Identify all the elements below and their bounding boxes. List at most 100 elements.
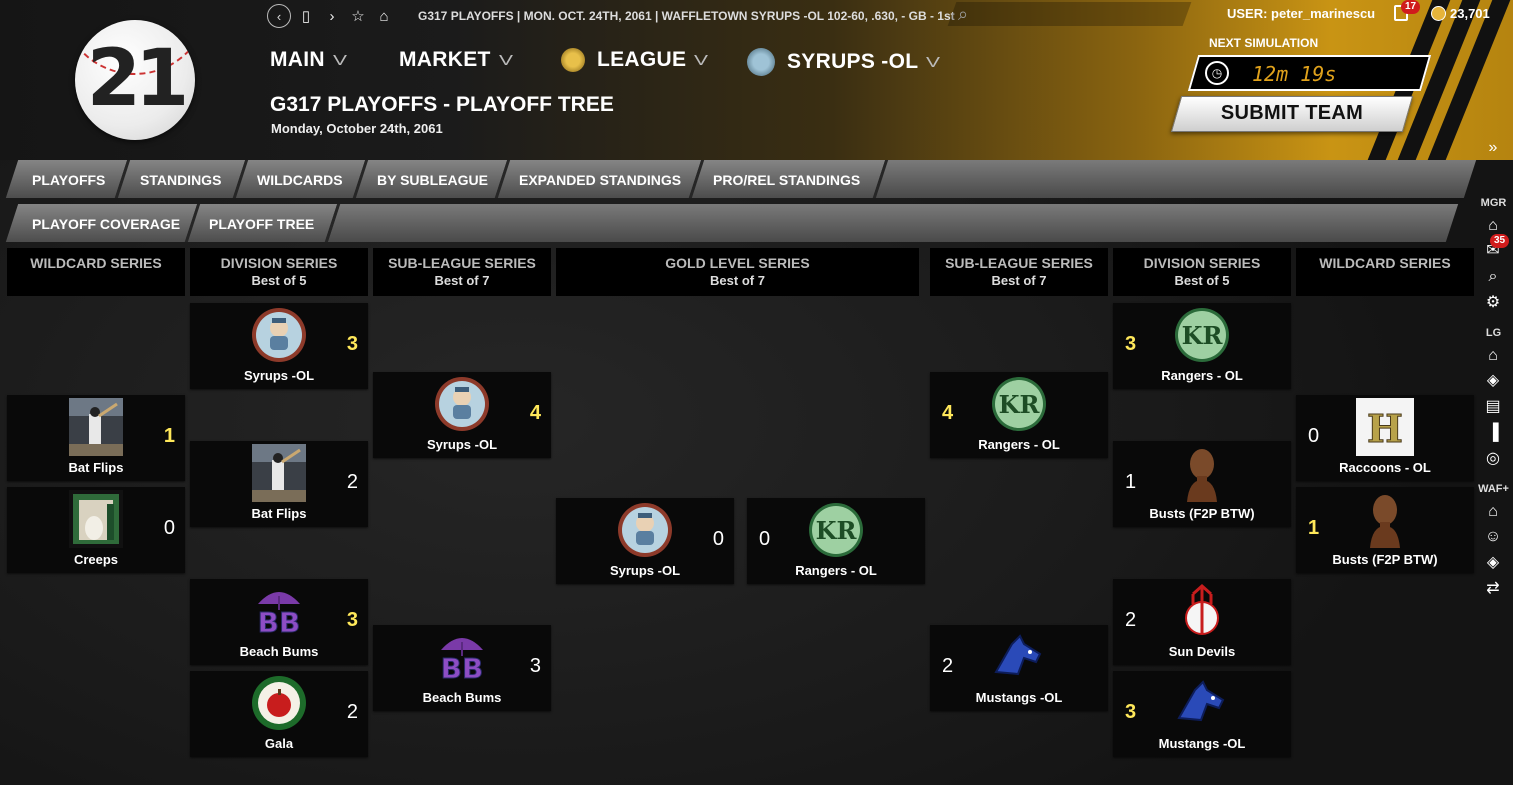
user-label[interactable]: USER: peter_marinescu <box>1227 6 1375 21</box>
tab-label: STANDINGS <box>140 172 222 188</box>
series-score: 4 <box>529 402 541 424</box>
team-name: Bat Flips <box>251 506 307 521</box>
logo-number: 21 <box>86 34 190 124</box>
gear-icon[interactable]: ⚙ <box>1483 293 1503 313</box>
menu-team[interactable]: SYRUPS -OL V <box>747 48 940 76</box>
series-score: 1 <box>1125 471 1137 493</box>
back-icon[interactable]: ‹ <box>267 4 291 28</box>
stats-chart-icon[interactable]: ▐ <box>1483 423 1503 443</box>
column-subtitle: Best of 7 <box>710 273 765 288</box>
team-logo-creeps <box>67 490 125 548</box>
menu-team-label: SYRUPS -OL <box>787 50 919 73</box>
tab-label: WILDCARDS <box>257 172 343 188</box>
star-icon[interactable]: ☆ <box>347 5 369 27</box>
column-header: WILDCARD SERIES <box>1296 248 1474 296</box>
team-name: Syrups -OL <box>426 437 498 452</box>
team-name: Raccoons - OL <box>1339 460 1431 475</box>
tab-label: BY SUBLEAGUE <box>377 172 488 188</box>
series-score: 1 <box>163 425 175 447</box>
column-subtitle: Best of 7 <box>434 273 490 288</box>
team-name: Gala <box>264 736 294 751</box>
transactions-icon[interactable]: ⇄ <box>1483 579 1503 599</box>
team-name: Beach Bums <box>422 690 502 705</box>
team-name: Rangers - OL <box>1161 368 1243 383</box>
svg-text:BB: BB <box>258 606 301 639</box>
search-icon[interactable]: ⌕ <box>1483 267 1503 287</box>
svg-text:KR: KR <box>1182 321 1224 350</box>
team-card[interactable]: BB Beach Bums 3 <box>373 625 551 711</box>
team-card[interactable]: KR Rangers - OL 0 <box>747 498 925 584</box>
menu-main[interactable]: MAIN V <box>270 48 347 72</box>
column-title: WILDCARD SERIES <box>1319 255 1451 271</box>
bookmark-page-icon[interactable]: ▯ <box>295 5 317 27</box>
team-card[interactable]: Bat Flips 1 <box>7 395 185 481</box>
series-score: 2 <box>346 471 358 493</box>
team-name: Creeps <box>73 552 119 567</box>
search-input[interactable] <box>947 2 1192 26</box>
home-icon[interactable]: ⌂ <box>1483 216 1503 236</box>
field-icon[interactable]: ◈ <box>1483 553 1503 573</box>
column-title: GOLD LEVEL SERIES <box>665 255 810 271</box>
team-card[interactable]: H Raccoons - OL 0 <box>1296 395 1474 481</box>
baseball-icon[interactable]: ◎ <box>1483 449 1503 469</box>
team-name: Rangers - OL <box>978 437 1060 452</box>
stopwatch-icon: ◷ <box>1205 61 1229 85</box>
team-card[interactable]: Mustangs -OL 3 <box>1113 671 1291 757</box>
history-nav: ‹ ▯ › ☆ ⌂ <box>267 4 399 28</box>
simulation-countdown: 12m 19s <box>1252 62 1337 86</box>
team-card[interactable]: Syrups -OL 3 <box>190 303 368 389</box>
search-icon[interactable]: ⌕ <box>958 4 968 25</box>
team-card[interactable]: Mustangs -OL 2 <box>930 625 1108 711</box>
diamond-icon[interactable]: ◈ <box>1483 371 1503 391</box>
chevron-down-icon: V <box>498 51 513 69</box>
subtab-label: PLAYOFF TREE <box>209 216 315 232</box>
news-icon[interactable]: ▤ <box>1483 397 1503 417</box>
team-logo-rangers: KR <box>807 501 865 559</box>
league-logo-icon <box>561 48 585 72</box>
team-card[interactable]: Creeps 0 <box>7 487 185 573</box>
team-logo-busts <box>1356 490 1414 548</box>
menu-market-label: MARKET <box>399 48 491 71</box>
league-home-icon[interactable]: ⌂ <box>1483 346 1503 366</box>
menu-market[interactable]: MARKET V <box>399 48 513 72</box>
svg-text:BB: BB <box>441 652 484 685</box>
team-name: Sun Devils <box>1168 644 1236 659</box>
team-card[interactable]: KR Rangers - OL 3 <box>1113 303 1291 389</box>
team-card[interactable]: Sun Devils 2 <box>1113 579 1291 665</box>
team-card[interactable]: KR Rangers - OL 4 <box>930 372 1108 458</box>
column-header: SUB-LEAGUE SERIES Best of 7 <box>930 248 1108 296</box>
team-logo-rangers: KR <box>990 375 1048 433</box>
rail-label-waf: WAF+ <box>1478 483 1509 495</box>
collapse-sidebar-icon[interactable]: » <box>1483 138 1503 158</box>
menu-league-label: LEAGUE <box>597 48 687 71</box>
team-card[interactable]: Gala 2 <box>190 671 368 757</box>
team-card[interactable]: Bat Flips 2 <box>190 441 368 527</box>
menu-league[interactable]: LEAGUE V <box>561 48 708 72</box>
team-card[interactable]: Busts (F2P BTW) 1 <box>1113 441 1291 527</box>
team-card[interactable]: Busts (F2P BTW) 1 <box>1296 487 1474 573</box>
team-home-icon[interactable]: ⌂ <box>1483 502 1503 522</box>
subtabbar-fill <box>327 204 1459 242</box>
team-logo-sundevils <box>1173 582 1231 640</box>
column-header: GOLD LEVEL SERIES Best of 7 <box>556 248 919 296</box>
page-title: G317 PLAYOFFS - PLAYOFF TREE <box>270 93 614 116</box>
team-card[interactable]: BB Beach Bums 3 <box>190 579 368 665</box>
submit-team-label[interactable]: SUBMIT TEAM <box>1176 102 1408 125</box>
team-name: Busts (F2P BTW) <box>1332 552 1438 567</box>
team-name: Busts (F2P BTW) <box>1149 506 1255 521</box>
series-score: 0 <box>163 517 175 539</box>
tab-label: PRO/REL STANDINGS <box>713 172 861 188</box>
team-card[interactable]: Syrups -OL 4 <box>373 372 551 458</box>
column-header: WILDCARD SERIES <box>7 248 185 296</box>
page-date: Monday, October 24th, 2061 <box>271 121 443 136</box>
team-logo-beachbums: BB <box>433 628 491 686</box>
right-sidebar: » MGR ⌂ ✉ ⌕ ⚙ LG ⌂ ◈ ▤ ▐ ◎ WAF+ ⌂ ☺ ◈ ⇄ <box>1474 130 1513 610</box>
forward-icon[interactable]: › <box>321 5 343 27</box>
series-score: 0 <box>1308 425 1320 447</box>
home-icon[interactable]: ⌂ <box>373 5 395 27</box>
app-logo[interactable]: 21 <box>75 20 195 140</box>
roster-icon[interactable]: ☺ <box>1483 527 1503 547</box>
team-card[interactable]: Syrups -OL 0 <box>556 498 734 584</box>
team-logo-syrups <box>616 501 674 559</box>
rail-label-lg: LG <box>1485 327 1502 339</box>
